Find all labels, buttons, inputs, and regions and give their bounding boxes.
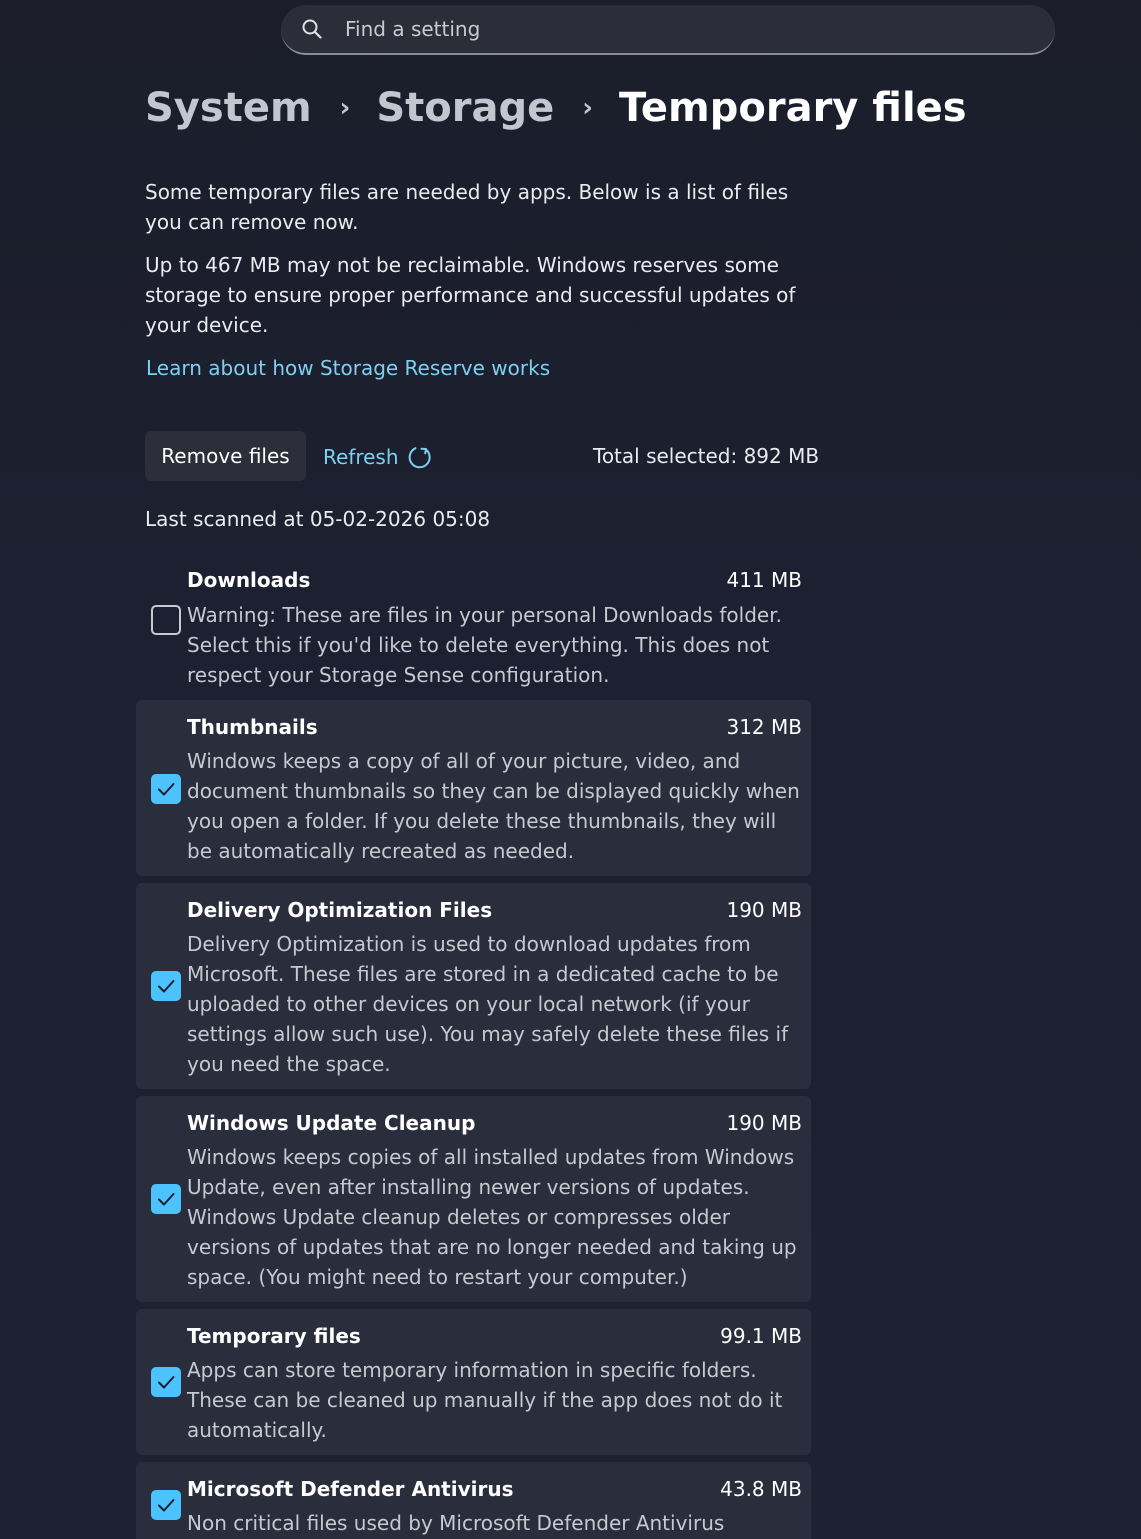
chevron-right-icon: › [339, 93, 351, 123]
checkbox-windows-update-cleanup[interactable] [151, 1184, 181, 1214]
item-description: Windows keeps copies of all installed up… [187, 1145, 797, 1289]
search-input[interactable] [343, 16, 947, 42]
item-size: 99.1 MB [720, 1324, 802, 1348]
checkmark-icon [158, 1499, 175, 1512]
list-item-thumbnails: Thumbnails 312 MB Windows keeps a copy o… [136, 700, 811, 876]
item-size: 43.8 MB [720, 1477, 802, 1501]
checkmark-icon [158, 1376, 175, 1389]
intro-text-1: Some temporary files are needed by apps.… [145, 180, 789, 234]
checkbox-downloads[interactable] [151, 605, 181, 635]
list-item-temporary-files: Temporary files 99.1 MB Apps can store t… [136, 1309, 811, 1455]
item-description: Windows keeps a copy of all of your pict… [187, 749, 800, 863]
item-description: Warning: These are files in your persona… [187, 603, 782, 687]
search-icon [302, 19, 322, 39]
intro-text-2: Up to 467 MB may not be reclaimable. Win… [145, 253, 796, 337]
list-item-delivery-optimization: Delivery Optimization Files 190 MB Deliv… [136, 883, 811, 1089]
checkmark-icon [158, 980, 175, 993]
last-scanned: Last scanned at 05-02-2026 05:08 [145, 507, 491, 531]
item-title: Delivery Optimization Files [187, 898, 493, 922]
list-item-defender: Microsoft Defender Antivirus 43.8 MB Non… [136, 1462, 811, 1539]
item-title: Microsoft Defender Antivirus [187, 1477, 514, 1501]
checkbox-defender[interactable] [151, 1490, 181, 1520]
checkbox-delivery-optimization[interactable] [151, 971, 181, 1001]
item-title: Thumbnails [187, 715, 318, 739]
checkbox-temporary-files[interactable] [151, 1367, 181, 1397]
item-size: 190 MB [726, 1111, 802, 1135]
item-size: 190 MB [726, 898, 802, 922]
breadcrumb-storage[interactable]: Storage [376, 85, 554, 131]
search-box[interactable] [281, 5, 1055, 55]
breadcrumb: System › Storage › Temporary files [145, 80, 967, 136]
item-size: 411 MB [726, 568, 802, 592]
checkbox-thumbnails[interactable] [151, 774, 181, 804]
refresh-label: Refresh [323, 445, 399, 469]
checkmark-icon [158, 783, 175, 796]
item-size: 312 MB [726, 715, 802, 739]
item-title: Downloads [187, 568, 311, 592]
list-item-downloads: Downloads 411 MB Warning: These are file… [136, 560, 811, 695]
item-description: Delivery Optimization is used to downloa… [187, 932, 789, 1076]
item-title: Temporary files [187, 1324, 361, 1348]
chevron-right-icon: › [582, 93, 593, 123]
remove-files-button[interactable]: Remove files [145, 431, 306, 481]
page-title: Temporary files [618, 85, 967, 131]
total-selected: Total selected: 892 MB [593, 444, 820, 468]
refresh-icon [408, 447, 431, 469]
item-description: Non critical files used by Microsoft Def… [187, 1511, 725, 1535]
settings-page: System › Storage › Temporary files Some … [0, 0, 1141, 1539]
list-item-windows-update-cleanup: Windows Update Cleanup 190 MB Windows ke… [136, 1096, 811, 1302]
breadcrumb-system[interactable]: System [145, 85, 312, 131]
checkmark-icon [158, 1193, 175, 1206]
refresh-button[interactable]: Refresh [323, 440, 433, 474]
item-title: Windows Update Cleanup [187, 1111, 476, 1135]
item-description: Apps can store temporary information in … [187, 1358, 783, 1442]
storage-reserve-link[interactable]: Learn about how Storage Reserve works [146, 356, 550, 380]
